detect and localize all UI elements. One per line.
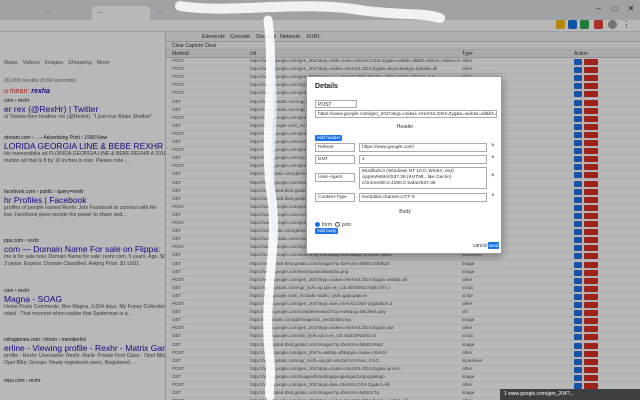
remove-header-icon[interactable]: × <box>491 143 497 149</box>
remove-header-icon[interactable]: × <box>491 193 497 199</box>
remove-header-icon[interactable]: × <box>491 173 497 179</box>
details-modal: Details POST https://www.google.com/gen_… <box>306 76 502 254</box>
url-field[interactable]: https://www.google.com/gen_204?atyp=csi&… <box>315 110 497 118</box>
header-name-field[interactable]: User-Agent <box>315 173 355 182</box>
header-section-label: Header <box>396 124 414 130</box>
header-value-field[interactable]: 1 <box>359 155 487 164</box>
header-value-field[interactable]: Mozilla/5.0 (Windows NT 10.0; Win64; x64… <box>359 167 487 189</box>
header-name-field[interactable]: Referer <box>315 143 355 152</box>
method-select[interactable]: POST <box>315 100 357 108</box>
header-name-field[interactable]: DNT <box>315 155 355 164</box>
radio-json-label: json <box>342 222 352 228</box>
remove-header-icon[interactable]: × <box>491 155 497 161</box>
radio-selected-icon[interactable] <box>315 222 320 228</box>
add-header-button[interactable]: Add header <box>315 135 343 141</box>
status-bar: 1 www.google.com/gen_204?... <box>500 389 640 400</box>
body-section-label: Body <box>399 209 411 215</box>
modal-title: Details <box>315 83 338 90</box>
send-button[interactable]: send <box>488 242 499 249</box>
header-value-field[interactable]: https://www.google.com/ <box>359 143 487 152</box>
add-body-button[interactable]: Add body <box>315 228 339 234</box>
header-name-field[interactable]: Content-Type <box>315 193 355 202</box>
cancel-button[interactable]: cancel <box>473 243 487 249</box>
radio-icon[interactable] <box>335 222 340 228</box>
header-value-field[interactable]: text/plain;charset=UTF-8 <box>359 193 487 202</box>
